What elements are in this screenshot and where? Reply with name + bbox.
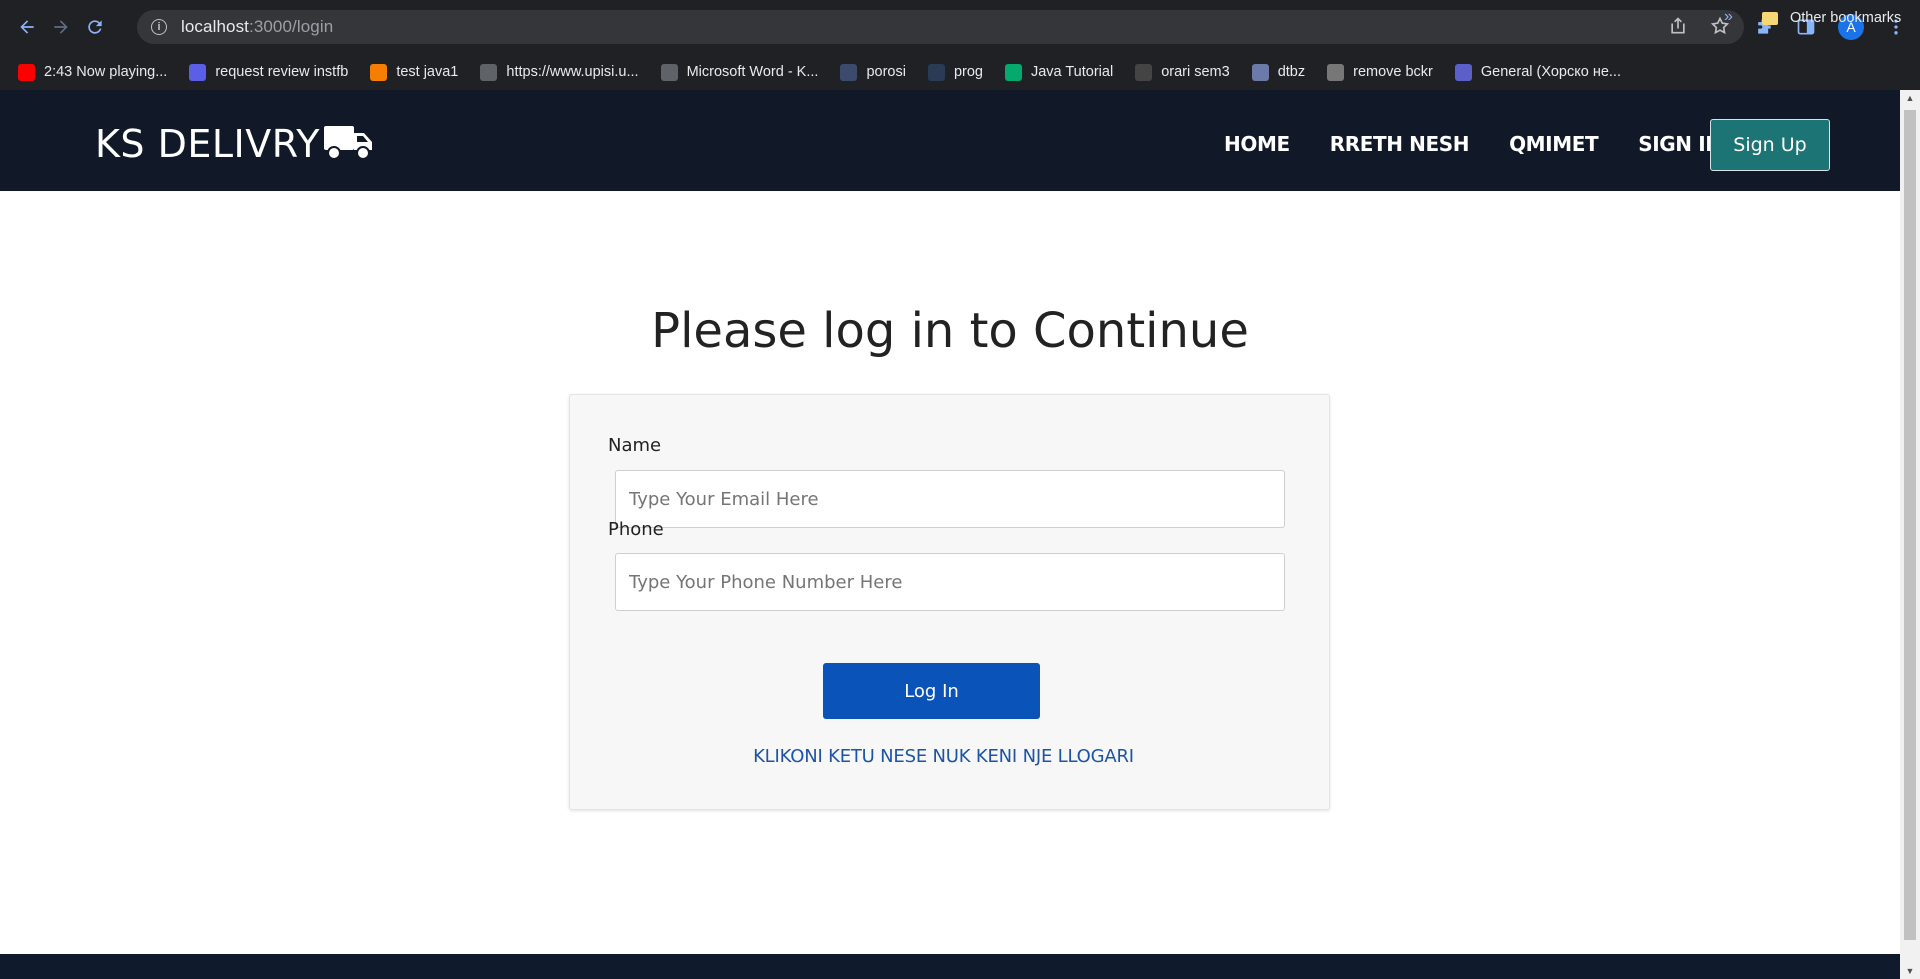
scrollbar[interactable]: ▲ ▼ (1900, 90, 1920, 979)
brand-logo-text[interactable]: KS DELIVRY (95, 122, 320, 166)
bookmark-item[interactable]: 2:43 Now playing... (18, 63, 168, 81)
bookmark-item[interactable]: dtbz (1251, 63, 1306, 81)
bookmark-label: orari sem3 (1161, 64, 1230, 80)
nav-links: HOME RRETH NESH QMIMET SIGN IN (1224, 132, 1762, 156)
page: KS DELIVRY HOME RRETH NESH QMIMET SIGN I… (0, 90, 1900, 979)
bookmarks-bar: 2:43 Now playing... request review instfb… (0, 54, 1920, 90)
nav-home[interactable]: HOME (1224, 132, 1290, 156)
footer (0, 954, 1900, 979)
bookmark-label: dtbz (1277, 64, 1306, 80)
bookmark-item[interactable]: test java1 (370, 63, 459, 81)
phone-input[interactable] (615, 553, 1285, 611)
code-icon (927, 63, 945, 81)
reload-icon[interactable] (80, 12, 110, 42)
name-label: Name (608, 435, 662, 456)
phone-label: Phone (608, 519, 664, 540)
layers-icon (1327, 63, 1345, 81)
folder-icon (1762, 11, 1778, 25)
url-host: localhost (181, 17, 249, 36)
youtube-icon (18, 63, 35, 81)
bookmark-label: porosi (866, 64, 906, 80)
bookmark-label: prog (953, 64, 983, 80)
page-icon (840, 63, 858, 81)
address-bar[interactable]: i localhost:3000/login (137, 10, 1744, 44)
bookmark-label: request review instfb (215, 64, 349, 80)
bookmark-item[interactable]: orari sem3 (1135, 63, 1230, 81)
bookmark-item[interactable]: request review instfb (189, 63, 349, 81)
page-title: Please log in to Continue (651, 303, 1249, 359)
photo-icon (1251, 63, 1269, 81)
nav-rreth-nesh[interactable]: RRETH NESH (1330, 132, 1470, 156)
bookmark-label: Microsoft Word - K... (686, 64, 819, 80)
bookmark-label: test java1 (396, 64, 459, 80)
globe-icon (480, 63, 498, 81)
more-bookmarks-icon[interactable]: » (1724, 8, 1733, 26)
bookmark-label: Java Tutorial (1030, 64, 1114, 80)
name-input[interactable] (615, 470, 1285, 528)
navbar: KS DELIVRY HOME RRETH NESH QMIMET SIGN I… (0, 90, 1900, 191)
globe-icon (660, 63, 678, 81)
bookmark-item[interactable]: General (Хорско не... (1454, 63, 1621, 81)
teams-icon (1454, 63, 1472, 81)
bookmark-item[interactable]: Microsoft Word - K... (660, 63, 819, 81)
blogger-icon (370, 63, 388, 81)
scroll-down-icon[interactable]: ▼ (1904, 965, 1916, 977)
scrollbar-thumb[interactable] (1904, 110, 1916, 940)
bookmark-label: 2:43 Now playing... (44, 64, 168, 80)
bookmark-item[interactable]: remove bckr (1327, 63, 1433, 81)
app-icon (189, 63, 207, 81)
log-in-button[interactable]: Log In (823, 663, 1040, 719)
bookmark-item[interactable]: Java Tutorial (1004, 63, 1114, 81)
browser-chrome: i localhost:3000/login A 2:43 Now playin… (0, 0, 1920, 90)
sign-up-button[interactable]: Sign Up (1710, 119, 1830, 171)
share-icon[interactable] (1668, 16, 1688, 36)
bookmark-item[interactable]: porosi (840, 63, 906, 81)
scroll-up-icon[interactable]: ▲ (1904, 92, 1916, 104)
truck-icon (324, 126, 372, 160)
bookmark-label: General (Хорско не... (1480, 64, 1621, 80)
url-path: :3000/login (249, 17, 334, 36)
bookmark-label: https://www.upisi.u... (506, 64, 639, 80)
back-icon[interactable] (12, 12, 42, 42)
other-bookmarks-label: Other bookmarks (1790, 10, 1902, 26)
create-account-link[interactable]: KLIKONI KETU NESE NUK KENI NJE LLOGARI (570, 746, 1317, 767)
login-card: Name Phone Log In KLIKONI KETU NESE NUK … (569, 394, 1330, 810)
bookmark-item[interactable]: prog (927, 63, 983, 81)
other-bookmarks-folder[interactable]: Other bookmarks (1762, 0, 1901, 36)
url-text[interactable]: localhost:3000/login (181, 17, 333, 37)
forward-icon[interactable] (46, 12, 76, 42)
w3-icon (1004, 63, 1022, 81)
nav-qmimet[interactable]: QMIMET (1509, 132, 1599, 156)
browser-toolbar: i localhost:3000/login A (0, 0, 1920, 54)
site-info-icon[interactable]: i (151, 19, 167, 35)
bookmark-item[interactable]: https://www.upisi.u... (480, 63, 639, 81)
bookmark-label: remove bckr (1353, 64, 1433, 80)
cs-icon (1135, 63, 1153, 81)
